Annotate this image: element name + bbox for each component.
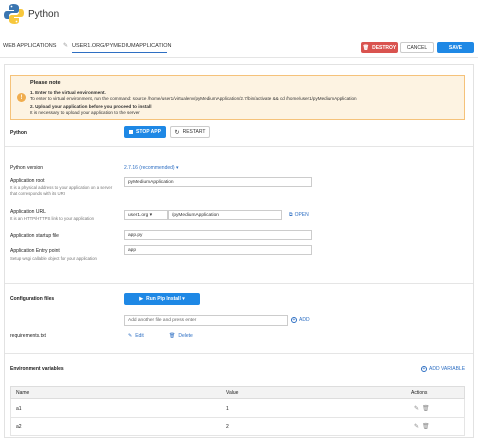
edit-file-button[interactable]: ✎ Edit [128,333,144,339]
warning-icon: ! [17,93,26,102]
note-step2-title: 2. Upload your application before you pr… [30,104,152,109]
section-divider [5,353,473,354]
save-button[interactable]: SAVE [437,42,474,53]
tab-current-application[interactable]: USER1.ORG/PYMEDIUMAPPLICATION [72,43,172,49]
play-icon: ▶ [139,296,144,302]
column-header-name: Name [16,390,30,396]
header-divider [0,57,478,58]
restart-icon: ↻ [174,129,180,136]
delete-file-button[interactable]: 🗑 Delete [169,333,193,339]
stop-app-label: STOP APP [136,129,161,135]
edit-row-icon[interactable]: ✎ [414,423,419,430]
table-row [10,418,465,436]
delete-row-icon[interactable]: 🗑 [422,423,430,430]
env-row-value: 1 [226,406,229,412]
app-url-input[interactable]: /pyMediumApplication [168,210,282,220]
stop-icon [129,130,134,134]
pencil-icon: ✎ [128,333,133,339]
stop-app-button[interactable]: STOP APP [124,126,166,138]
add-file-input[interactable]: Add another file and press enter [124,315,288,326]
app-url-help: It is an HTTP/HTTPS link to your applica… [10,216,95,221]
app-url-label: Application URL [10,209,46,215]
delete-label: Delete [178,333,193,339]
add-variable-button[interactable]: + ADD VARIABLE [421,366,465,372]
open-label: OPEN [294,212,309,218]
config-file-name: requirements.txt [10,333,46,339]
add-file-label: ADD [299,317,310,323]
app-root-input[interactable]: pyMediumApplication [124,177,312,187]
note-title: Please note [30,80,61,86]
env-row-name: a1 [16,406,22,412]
python-section-label: Python [10,130,27,136]
run-pip-install-button[interactable]: ▶ Run Pip Install ▾ [124,293,200,305]
python-logo-icon [3,3,25,25]
external-link-icon: ⧉ [289,212,293,218]
column-header-value: Value [226,390,239,396]
table-row [10,399,465,418]
entry-point-label: Application Entry point [10,248,60,254]
env-row-value: 2 [226,424,229,430]
destroy-label: DESTROY [372,44,397,51]
run-pip-install-label: Run Pip Install ▾ [146,296,185,302]
note-step1-text: To enter to virtual environment, run the… [30,96,357,101]
destroy-button[interactable]: 🗑 DESTROY [361,42,398,53]
startup-file-input[interactable]: app.py [124,230,312,240]
edit-label: Edit [135,333,144,339]
section-divider [5,283,473,284]
entry-point-input[interactable]: app [124,245,312,255]
tab-active-indicator [72,52,167,53]
add-variable-label: ADD VARIABLE [429,366,466,372]
note-step1-title: 1. Enter to the virtual environment. [30,90,106,95]
trash-icon: 🗑 [169,333,176,339]
env-vars-label: Environment variables [10,366,64,372]
cancel-button[interactable]: CANCEL [400,42,434,53]
restart-button[interactable]: ↻ RESTART [170,126,210,138]
plus-circle-icon: + [421,366,427,372]
plus-circle-icon: + [291,317,297,323]
startup-file-label: Application startup file [10,233,59,239]
python-version-label: Python version [10,165,44,171]
app-root-help: It is a physical address to your applica… [10,185,113,196]
note-step2-text: It is necessary to upload your applicati… [30,110,140,115]
delete-row-icon[interactable]: 🗑 [422,405,430,412]
entry-point-help: Setup wsgi callable object for your appl… [10,256,97,261]
domain-select[interactable]: user1.org ▾ [124,210,168,220]
section-divider [5,146,473,147]
restart-label: RESTART [182,129,206,135]
trash-icon: 🗑 [362,44,370,51]
env-row-name: a2 [16,424,22,430]
config-files-label: Configuration files [10,296,55,302]
page-title: Python [28,9,60,20]
open-link[interactable]: ⧉ OPEN [289,212,309,218]
app-root-label: Application root [10,178,45,184]
add-file-button[interactable]: + ADD [291,317,310,323]
tab-web-applications[interactable]: WEB APPLICATIONS [3,43,56,49]
python-version-select[interactable]: 2.7.16 (recommended) ▾ [124,165,178,171]
pencil-icon: ✎ [63,43,69,49]
edit-row-icon[interactable]: ✎ [414,405,419,412]
column-header-actions: Actions [411,390,428,396]
